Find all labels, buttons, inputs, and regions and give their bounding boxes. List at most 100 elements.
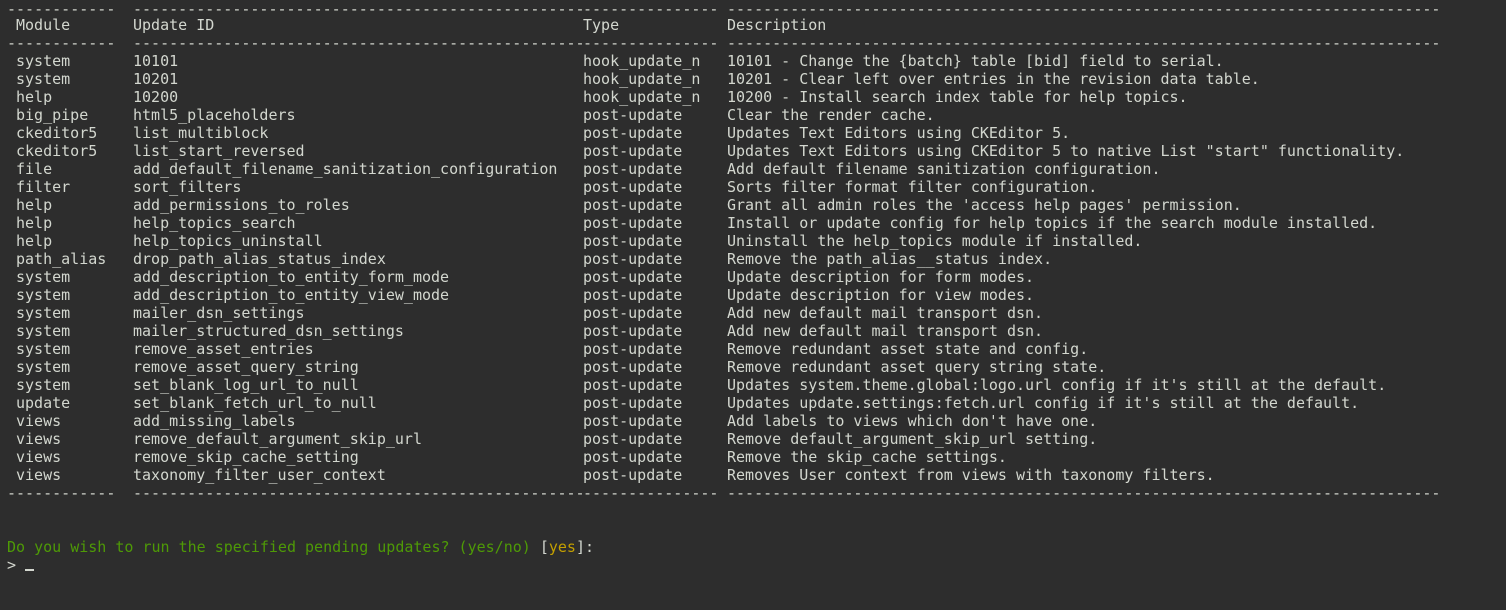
cell-type: hook_update_n xyxy=(583,52,701,70)
border-dash-module: ------------ xyxy=(7,484,116,502)
cell-update-id: remove_default_argument_skip_url xyxy=(133,430,422,448)
cell-description: 10201 - Clear left over entries in the r… xyxy=(727,70,1260,88)
cell-module: file xyxy=(16,160,53,178)
cell-update-id: add_default_filename_sanitization_config… xyxy=(133,160,558,178)
cell-module: system xyxy=(16,268,71,286)
cell-type: post-update xyxy=(583,322,683,340)
cell-update-id: sort_filters xyxy=(133,178,242,196)
cell-update-id: mailer_dsn_settings xyxy=(133,304,305,322)
cell-type: hook_update_n xyxy=(583,70,701,88)
cell-module: big_pipe xyxy=(16,106,89,124)
cell-module: system xyxy=(16,340,71,358)
cell-update-id: 10201 xyxy=(133,70,179,88)
cell-update-id: add_description_to_entity_view_mode xyxy=(133,286,450,304)
cell-description: Sorts filter format filter configuration… xyxy=(727,178,1098,196)
prompt-question: Do you wish to run the specified pending… xyxy=(7,538,540,556)
cell-type: post-update xyxy=(583,448,683,466)
cell-module: system xyxy=(16,52,71,70)
cell-module: system xyxy=(16,304,71,322)
cell-description: Install or update config for help topics… xyxy=(727,214,1378,232)
cell-type: post-update xyxy=(583,394,683,412)
cell-update-id: drop_path_alias_status_index xyxy=(133,250,386,268)
cell-update-id: help_topics_search xyxy=(133,214,296,232)
cell-update-id: 10101 xyxy=(133,52,179,70)
border-dash-updateid: ----------------------------------------… xyxy=(133,34,585,52)
cell-type: post-update xyxy=(583,376,683,394)
header-module: Module xyxy=(16,16,71,34)
cell-module: system xyxy=(16,358,71,376)
border-dash-module: ------------ xyxy=(7,34,116,52)
cell-description: Update description for view modes. xyxy=(727,286,1035,304)
cell-module: help xyxy=(16,232,53,250)
cell-type: post-update xyxy=(583,358,683,376)
cell-module: system xyxy=(16,286,71,304)
border-dash-desc: ----------------------------------------… xyxy=(727,484,1441,502)
cell-update-id: remove_asset_query_string xyxy=(133,358,359,376)
cell-type: post-update xyxy=(583,466,683,484)
cell-update-id: help_topics_uninstall xyxy=(133,232,323,250)
cell-description: Uninstall the help_topics module if inst… xyxy=(727,232,1143,250)
cell-type: post-update xyxy=(583,430,683,448)
table-border-bottom: ------------ ---------------------------… xyxy=(7,484,1440,502)
cell-update-id: remove_skip_cache_setting xyxy=(133,448,359,466)
cell-module: views xyxy=(16,412,62,430)
cell-description: Remove the path_alias__status index. xyxy=(727,250,1053,268)
cell-description: Clear the render cache. xyxy=(727,106,935,124)
cell-module: help xyxy=(16,196,53,214)
cell-description: Updates Text Editors using CKEditor 5. xyxy=(727,124,1071,142)
cell-type: post-update xyxy=(583,340,683,358)
table-border-header: ------------ ---------------------------… xyxy=(7,34,1440,52)
cell-update-id: taxonomy_filter_user_context xyxy=(133,466,386,484)
cell-type: post-update xyxy=(583,160,683,178)
border-dash-updateid: ----------------------------------------… xyxy=(133,484,585,502)
cell-description: Add new default mail transport dsn. xyxy=(727,304,1044,322)
cell-type: post-update xyxy=(583,214,683,232)
header-type: Type xyxy=(583,16,620,34)
cell-type: post-update xyxy=(583,250,683,268)
cell-description: Add labels to views which don't have one… xyxy=(727,412,1098,430)
cell-update-id: add_permissions_to_roles xyxy=(133,196,350,214)
cell-type: post-update xyxy=(583,142,683,160)
cell-type: post-update xyxy=(583,268,683,286)
cell-update-id: list_start_reversed xyxy=(133,142,305,160)
cell-description: Removes User context from views with tax… xyxy=(727,466,1215,484)
cell-description: Updates system.theme.global:logo.url con… xyxy=(727,376,1387,394)
cell-type: post-update xyxy=(583,196,683,214)
cell-description: 10200 - Install search index table for h… xyxy=(727,88,1188,106)
cell-module: ckeditor5 xyxy=(16,124,98,142)
cell-update-id: list_multiblock xyxy=(133,124,269,142)
border-dash-type: --------------- xyxy=(583,484,719,502)
cell-type: post-update xyxy=(583,124,683,142)
prompt-input-line[interactable]: > xyxy=(7,556,43,574)
cell-description: Remove default_argument_skip_url setting… xyxy=(727,430,1098,448)
cell-description: Grant all admin roles the 'access help p… xyxy=(727,196,1242,214)
cell-module: help xyxy=(16,88,53,106)
text-cursor[interactable] xyxy=(25,569,35,571)
cell-module: path_alias xyxy=(16,250,107,268)
prompt-default-open: [ xyxy=(539,538,549,556)
cell-description: Remove redundant asset state and config. xyxy=(727,340,1089,358)
cell-update-id: html5_placeholders xyxy=(133,106,296,124)
terminal-window[interactable]: ------------ ---------------------------… xyxy=(7,0,1502,583)
cell-type: post-update xyxy=(583,232,683,250)
header-description: Description xyxy=(727,16,827,34)
cell-update-id: set_blank_fetch_url_to_null xyxy=(133,394,377,412)
cell-description: Add new default mail transport dsn. xyxy=(727,322,1044,340)
cell-module: ckeditor5 xyxy=(16,142,98,160)
prompt-default-value: yes xyxy=(548,538,576,556)
cell-module: help xyxy=(16,214,53,232)
table-header-row: Module Update ID Type Description xyxy=(7,16,826,34)
cell-module: system xyxy=(16,376,71,394)
cell-description: 10101 - Change the {batch} table [bid] f… xyxy=(727,52,1224,70)
border-dash-desc: ----------------------------------------… xyxy=(727,0,1441,18)
cell-type: post-update xyxy=(583,412,683,430)
cell-module: views xyxy=(16,466,62,484)
cell-description: Add default filename sanitization config… xyxy=(727,160,1161,178)
cell-type: hook_update_n xyxy=(583,88,701,106)
cell-description: Updates Text Editors using CKEditor 5 to… xyxy=(727,142,1405,160)
prompt-input-marker: > xyxy=(7,556,26,574)
prompt-default-close: ]: xyxy=(575,538,595,556)
cell-type: post-update xyxy=(583,178,683,196)
cell-update-id: 10200 xyxy=(133,88,179,106)
cell-update-id: set_blank_log_url_to_null xyxy=(133,376,359,394)
